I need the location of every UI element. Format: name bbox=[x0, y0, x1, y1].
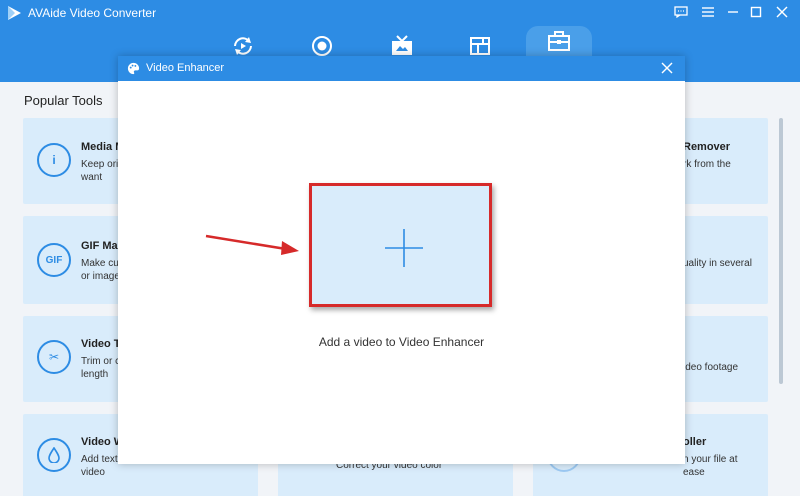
toolbox-icon bbox=[548, 31, 570, 51]
app-title: AVAide Video Converter bbox=[28, 6, 157, 20]
section-title: Popular Tools bbox=[24, 93, 103, 108]
menu-button[interactable] bbox=[697, 3, 719, 21]
card-desc-line: length bbox=[81, 369, 109, 380]
feedback-button[interactable] bbox=[670, 3, 692, 21]
card-desc-line: video bbox=[81, 467, 105, 478]
minimize-icon bbox=[728, 11, 738, 13]
card-desc-line: n your file at bbox=[683, 454, 738, 465]
mv-icon bbox=[392, 35, 412, 55]
chat-icon bbox=[674, 6, 688, 18]
card-desc-line: Add text bbox=[81, 454, 118, 465]
video-enhancer-dialog: Video Enhancer Add a video to Video Enha… bbox=[118, 56, 685, 464]
card-desc-line: ease bbox=[683, 467, 705, 478]
scrollbar-thumb[interactable] bbox=[779, 118, 783, 384]
close-icon bbox=[776, 6, 788, 18]
scissors-icon: ✂ bbox=[37, 340, 71, 374]
card-desc-line: ideo footage bbox=[683, 362, 739, 373]
record-icon bbox=[312, 36, 332, 56]
dialog-header: Video Enhancer bbox=[118, 56, 685, 81]
annotation-arrow-icon bbox=[205, 234, 299, 255]
collage-icon bbox=[470, 37, 490, 55]
card-title: oller bbox=[683, 436, 707, 448]
maximize-button[interactable] bbox=[745, 3, 767, 21]
hamburger-menu-icon bbox=[702, 7, 714, 17]
add-video-label: Add a video to Video Enhancer bbox=[318, 335, 485, 349]
close-icon[interactable] bbox=[659, 60, 675, 76]
card-desc-line: Trim or c bbox=[81, 356, 121, 367]
plus-icon bbox=[385, 229, 423, 267]
card-desc-line: rk from the bbox=[683, 159, 731, 170]
card-desc-line: want bbox=[81, 172, 103, 183]
gif-icon: GIF bbox=[37, 243, 71, 277]
info-icon: i bbox=[37, 143, 71, 177]
tab-toolbox[interactable] bbox=[526, 26, 592, 56]
convert-icon bbox=[234, 37, 252, 55]
card-desc-line: or image bbox=[81, 271, 120, 282]
maximize-icon bbox=[750, 6, 762, 18]
card-title: Remover bbox=[683, 141, 731, 153]
minimize-button[interactable] bbox=[722, 3, 744, 21]
close-window-button[interactable] bbox=[771, 3, 793, 21]
card-desc-line: uality in several bbox=[683, 258, 752, 269]
dialog-title: Video Enhancer bbox=[146, 62, 225, 74]
palette-icon bbox=[127, 62, 140, 75]
app-logo-icon bbox=[8, 6, 21, 20]
add-video-button[interactable] bbox=[309, 183, 492, 307]
water-drop-icon bbox=[37, 438, 71, 472]
